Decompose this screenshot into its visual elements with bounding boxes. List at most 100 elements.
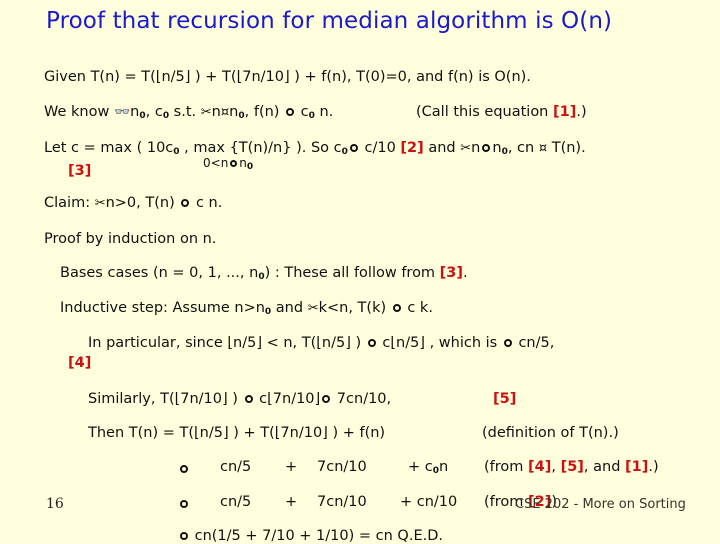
plus: + (285, 494, 298, 510)
reference-5: [5] (560, 459, 584, 475)
text: Bases cases (n = 0, 1, ..., n (60, 265, 259, 281)
subscript: 0 (341, 147, 348, 157)
text: .) (576, 104, 587, 120)
text: . (463, 265, 468, 281)
text: cn/5, (513, 335, 555, 351)
term: + c0n (408, 459, 448, 476)
text: k<n, T(k) (318, 300, 391, 316)
text: , and (583, 459, 626, 475)
text: , max {T(n)/n} ). So c (179, 140, 342, 156)
leq-icon (180, 500, 188, 508)
text: c⌊n/5⌋ , which is (377, 335, 502, 351)
term: cn/5 (220, 494, 252, 510)
term: cn/5 (220, 459, 252, 475)
text: Let c = max ( 10c (44, 140, 174, 156)
text: , cn (507, 140, 539, 156)
reference-3-label: [3] (68, 163, 92, 179)
leq-icon (392, 304, 401, 312)
text: T(n). (547, 140, 586, 156)
forall-icon: ✂ (94, 196, 106, 211)
geq-icon: ¤ (220, 105, 230, 120)
page-number: 16 (46, 496, 64, 512)
text: .) (648, 459, 659, 475)
geq-icon: ¤ (538, 141, 548, 156)
reference-3: [3] (439, 265, 464, 281)
max-range-subscript: 0<n n0 (203, 156, 253, 172)
base-cases-line: Bases cases (n = 0, 1, ..., n0) : These … (60, 265, 468, 282)
text: c k. (402, 300, 433, 316)
text: n (239, 156, 247, 170)
leq-icon (230, 160, 238, 167)
reference-4: [4] (528, 459, 552, 475)
then-line: Then T(n) = T(⌊n/5⌋ ) + T(⌊7n/10⌋ ) + f(… (88, 425, 386, 441)
text: and (271, 300, 308, 316)
text: c⌊7n/10⌋ (254, 391, 321, 407)
text: n (439, 459, 449, 475)
text: (Call this equation (416, 104, 553, 120)
leq-icon (322, 395, 331, 403)
text: n (471, 140, 481, 156)
slide-title: Proof that recursion for median algorith… (46, 8, 613, 34)
reference-5-label: [5] (493, 391, 517, 407)
leq-icon (286, 108, 295, 116)
we-know-line: We know 👓n0, c0 s.t. ✂n¤n0, f(n) c0 n. (44, 104, 333, 121)
reference-1: [1] (553, 104, 577, 120)
term: 7cn/10 (317, 494, 367, 510)
text: n>0, T(n) (105, 195, 180, 211)
text: Inductive step: Assume n>n (60, 300, 265, 316)
text: c/10 (359, 140, 401, 156)
text: n (229, 104, 239, 120)
forall-icon: ✂ (460, 141, 472, 156)
reference-1: [1] (625, 459, 649, 475)
leq-icon (180, 532, 188, 540)
text: Similarly, T(⌊7n/10⌋ ) (88, 391, 243, 407)
leq-icon (503, 339, 512, 347)
in-particular-line: In particular, since ⌊n/5⌋ < n, T(⌊n/5⌋ … (88, 335, 554, 351)
text: , c (145, 104, 163, 120)
reference-2: [2] (400, 140, 424, 156)
reference-4-label: [4] (68, 355, 92, 371)
text: (from (484, 459, 529, 475)
text: n. (314, 104, 334, 120)
proof-line: Proof by induction on n. (44, 231, 217, 247)
leq-icon (244, 395, 253, 403)
step-3-row: cn(1/5 + 7/10 + 1/10) = cn Q.E.D. (178, 528, 443, 544)
definition-note: (definition of T(n).) (482, 425, 619, 441)
exists-icon: 👓 (113, 105, 131, 120)
leq-icon (349, 144, 358, 152)
text: 0<n (203, 156, 229, 170)
term: + cn/10 (400, 494, 458, 510)
text: + c (408, 459, 433, 475)
text: s.t. (169, 104, 201, 120)
text: cn(1/5 + 7/10 + 1/10) = cn Q.E.D. (190, 528, 443, 544)
justification: (from [4], [5], and [1].) (484, 459, 659, 475)
text: , f(n) (244, 104, 285, 120)
text: c n. (191, 195, 223, 211)
subscript: 0 (246, 162, 254, 172)
text: 7cn/10, (332, 391, 392, 407)
given-line: Given T(n) = T(⌊n/5⌋ ) + T(⌊7n/10⌋ ) + f… (44, 69, 531, 85)
text: ) : These all follow from (264, 265, 440, 281)
claim-line: Claim: ✂n>0, T(n) c n. (44, 195, 222, 211)
plus: + (285, 459, 298, 475)
text: , (551, 459, 561, 475)
forall-icon: ✂ (200, 105, 212, 120)
leq-icon (180, 465, 188, 473)
text: We know (44, 104, 114, 120)
text: n (211, 104, 221, 120)
inductive-step-line: Inductive step: Assume n>n0 and ✂k<n, T(… (60, 300, 433, 317)
let-c-line: Let c = max ( 10c 0 , max {T(n)/n} ). So … (44, 140, 586, 157)
text: and (423, 140, 461, 156)
text: n (492, 140, 502, 156)
text: In particular, since ⌊n/5⌋ < n, T(⌊n/5⌋ … (88, 335, 366, 351)
leq-icon (181, 199, 190, 207)
term: 7cn/10 (317, 459, 367, 475)
call-equation-note: (Call this equation [1].) (416, 104, 587, 120)
text: n (130, 104, 140, 120)
text: c (296, 104, 309, 120)
leq-icon (482, 144, 491, 152)
forall-icon: ✂ (307, 301, 319, 316)
leq-icon (367, 339, 376, 347)
footer-text: CSE 202 - More on Sorting (515, 497, 686, 512)
similarly-line: Similarly, T(⌊7n/10⌋ ) c⌊7n/10⌋ 7cn/10, (88, 391, 391, 407)
